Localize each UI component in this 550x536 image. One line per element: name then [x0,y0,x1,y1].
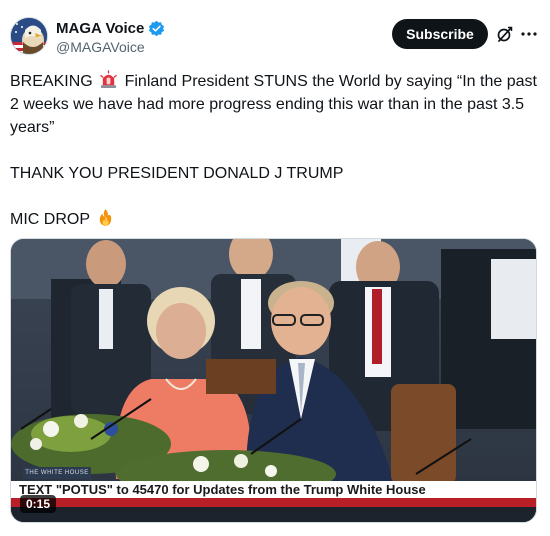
video-timestamp: 0:15 [20,495,57,513]
chyron-text: TEXT "POTUS" to 45470 for Updates from t… [19,482,426,497]
fire-emoji-icon [96,208,115,227]
more-dots-icon[interactable] [519,25,539,43]
chyron-red-bar [11,498,536,507]
tweet-paragraph-3: MIC DROP [10,208,542,231]
account-handle[interactable]: @MAGAVoice [56,39,145,55]
tweet-paragraph-2: THANK YOU PRESIDENT DONALD J TRUMP [10,165,344,182]
breaking-label: BREAKING [10,73,93,90]
bald-eagle-flag-avatar-icon [11,18,47,54]
tweet-paragraph-1: BREAKING Finland President STUNS the Wor… [10,70,542,139]
tweet-text: BREAKING Finland President STUNS the Wor… [10,70,542,231]
mic-drop-text: MIC DROP [10,211,90,228]
subscribe-button[interactable]: Subscribe [392,19,488,49]
display-name[interactable]: MAGA Voice [56,20,144,37]
video-chyron: TEXT "POTUS" to 45470 for Updates from t… [11,481,536,498]
name-row: MAGA Voice [56,20,165,37]
grok-icon[interactable] [496,25,514,43]
verified-badge-icon[interactable] [148,20,165,37]
white-house-tag: THE WHITE HOUSE [23,467,91,479]
rotating-light-emoji-icon [99,70,118,89]
video-player[interactable]: THE WHITE HOUSE TEXT "POTUS" to 45470 fo… [10,238,537,523]
post-header: MAGA Voice @MAGAVoice Subscribe [0,0,550,70]
avatar[interactable] [10,17,48,55]
